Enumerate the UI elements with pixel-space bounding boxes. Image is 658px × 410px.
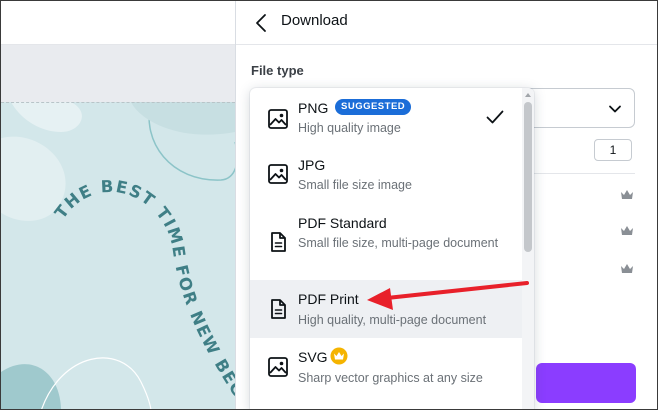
option-name: JPG xyxy=(298,157,326,173)
crown-icon xyxy=(621,190,633,199)
file-type-label: File type xyxy=(251,63,304,78)
scroll-thumb[interactable] xyxy=(524,102,532,252)
canvas-edge-guide xyxy=(1,102,235,103)
canvas-artwork: THE BEST TIME FOR NEW BEGINNINGS xyxy=(1,102,235,409)
image-icon xyxy=(268,164,288,184)
option-description: Small file size, multi-page document xyxy=(298,236,499,250)
crown-icon xyxy=(621,264,633,273)
screenshot-frame: THE BEST TIME FOR NEW BEGINNINGS Downloa… xyxy=(0,0,658,410)
option-name: PDF Standard xyxy=(298,215,387,231)
crown-icon xyxy=(621,226,633,235)
blob-shape xyxy=(1,364,61,409)
blob-shape xyxy=(11,102,82,132)
option-jpg[interactable]: JPG Small file size image xyxy=(250,145,522,197)
checkmark-icon xyxy=(486,110,504,124)
file-type-dropdown: PNG SUGGESTED High quality image JPG Sma… xyxy=(250,88,534,409)
pro-crown-icon xyxy=(330,347,348,365)
suggested-badge: SUGGESTED xyxy=(335,99,412,115)
dropdown-scrollbar[interactable] xyxy=(522,88,534,409)
option-pdf-standard[interactable]: PDF Standard Small file size, multi-page… xyxy=(250,197,522,280)
option-description: Sharp vector graphics at any size xyxy=(298,371,483,385)
document-icon xyxy=(271,299,286,319)
option-name: PDF Print xyxy=(298,291,359,307)
option-svg[interactable]: SVG Sharp vector graphics at any size xyxy=(250,338,522,398)
panel-header: Download xyxy=(236,1,657,45)
document-icon xyxy=(271,232,286,252)
option-description: High quality, multi-page document xyxy=(298,313,487,327)
option-description: Small file size image xyxy=(298,178,412,192)
size-input[interactable]: 1 xyxy=(594,139,632,161)
download-button[interactable] xyxy=(536,363,636,403)
option-description: High quality image xyxy=(298,121,401,135)
image-icon xyxy=(268,109,288,129)
editor-toolbar xyxy=(1,1,235,45)
blob-shape xyxy=(131,102,235,135)
option-png[interactable]: PNG SUGGESTED High quality image xyxy=(250,88,522,145)
panel-title: Download xyxy=(281,12,348,29)
chevron-down-icon xyxy=(609,105,621,113)
design-canvas[interactable]: THE BEST TIME FOR NEW BEGINNINGS xyxy=(1,102,235,409)
option-name: PNG xyxy=(298,100,329,116)
option-pdf-print[interactable]: PDF Print High quality, multi-page docum… xyxy=(250,280,522,338)
image-icon xyxy=(268,357,288,377)
scroll-up-icon[interactable] xyxy=(525,93,531,97)
option-name: SVG xyxy=(298,349,328,365)
back-chevron-icon[interactable] xyxy=(250,11,274,35)
